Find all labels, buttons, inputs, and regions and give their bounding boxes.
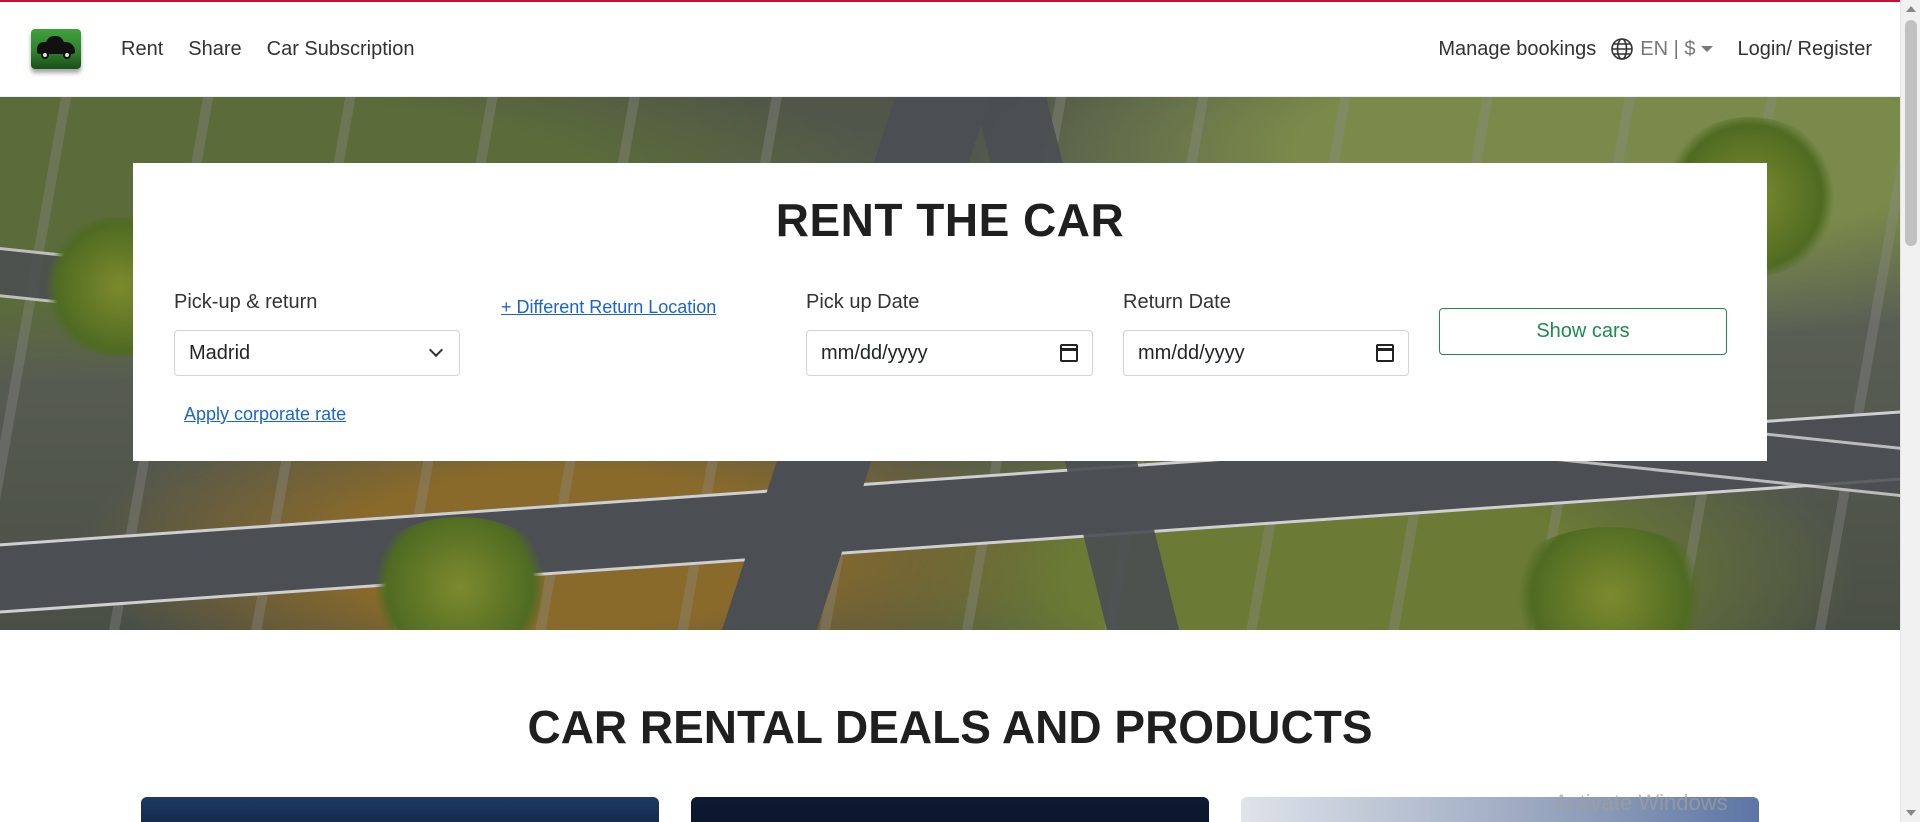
show-cars-button[interactable]: Show cars xyxy=(1439,308,1727,355)
brand-logo[interactable] xyxy=(31,29,81,69)
pickup-location-select[interactable]: Madrid xyxy=(174,330,460,376)
scroll-up-arrow-icon[interactable] xyxy=(1906,6,1916,12)
nav-rent[interactable]: Rent xyxy=(121,38,163,61)
different-return-location-link[interactable]: + Different Return Location xyxy=(501,297,716,318)
top-navbar: Rent Share Car Subscription Manage booki… xyxy=(0,2,1900,97)
secondary-nav: Manage bookings EN | $ Login/ Register xyxy=(1438,37,1872,61)
caret-down-icon xyxy=(1701,46,1714,52)
calendar-icon[interactable] xyxy=(1376,344,1394,362)
nav-share[interactable]: Share xyxy=(188,38,241,61)
hero-banner: RENT THE CAR Pick-up & return Madrid + D… xyxy=(0,97,1900,630)
scrollbar-thumb[interactable] xyxy=(1905,20,1917,246)
apply-corporate-rate-link[interactable]: Apply corporate rate xyxy=(184,404,346,425)
scroll-down-arrow-icon[interactable] xyxy=(1906,810,1916,816)
search-title: RENT THE CAR xyxy=(775,194,1125,246)
rental-search-card: RENT THE CAR Pick-up & return Madrid + D… xyxy=(133,163,1767,461)
hero-background-trees xyxy=(1500,527,1720,630)
pickup-date-placeholder: mm/dd/yyyy xyxy=(821,341,928,364)
calendar-icon[interactable] xyxy=(1060,344,1078,362)
locale-selector[interactable]: EN | $ xyxy=(1610,37,1714,61)
locale-label: EN | $ xyxy=(1640,37,1696,60)
chevron-down-icon xyxy=(428,342,444,358)
pickup-location-value: Madrid xyxy=(189,341,251,364)
primary-nav: Rent Share Car Subscription xyxy=(121,38,414,61)
page-scrollbar[interactable] xyxy=(1900,0,1920,822)
activate-windows-watermark: Activate Windows xyxy=(1554,790,1728,815)
deal-card-image[interactable] xyxy=(691,797,1209,822)
deal-card-image[interactable] xyxy=(141,797,659,822)
pickup-date-label: Pick up Date xyxy=(806,291,920,313)
pickup-date-input[interactable]: mm/dd/yyyy xyxy=(806,330,1093,376)
manage-bookings-link[interactable]: Manage bookings xyxy=(1438,38,1596,61)
globe-icon xyxy=(1611,38,1634,60)
return-date-input[interactable]: mm/dd/yyyy xyxy=(1123,330,1409,376)
login-register-link[interactable]: Login/ Register xyxy=(1737,38,1872,61)
pickup-return-label: Pick-up & return xyxy=(174,291,318,313)
deals-section-title: CAR RENTAL DEALS AND PRODUCTS xyxy=(527,701,1373,753)
nav-car-subscription[interactable]: Car Subscription xyxy=(267,38,415,61)
return-date-placeholder: mm/dd/yyyy xyxy=(1138,341,1245,364)
return-date-label: Return Date xyxy=(1123,291,1231,313)
